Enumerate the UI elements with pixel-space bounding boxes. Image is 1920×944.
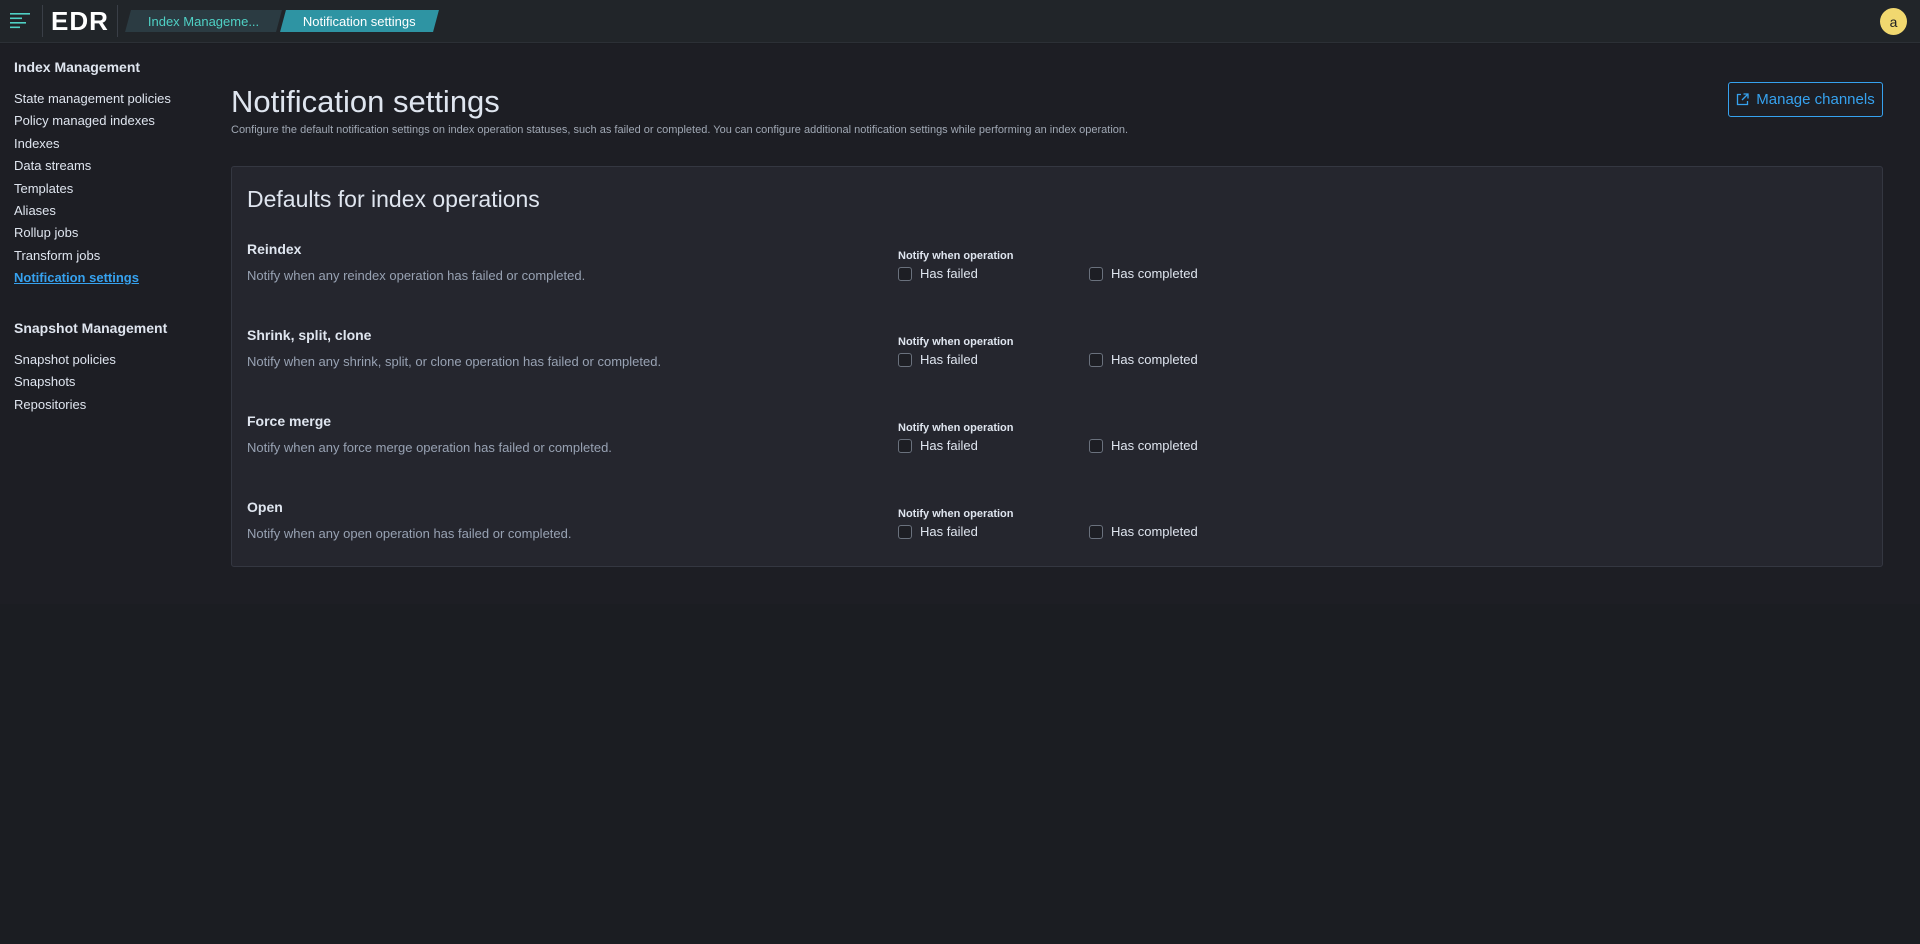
operation-name: Force merge <box>247 413 332 429</box>
sidebar-item-indexes[interactable]: Indexes <box>14 133 171 155</box>
header-divider <box>116 5 118 37</box>
operation-description: Notify when any shrink, split, or clone … <box>247 354 662 369</box>
checkbox-label: Has failed <box>920 438 978 453</box>
top-header: EDR Index Manageme... Notification setti… <box>0 0 1920 43</box>
operation-name: Shrink, split, clone <box>247 327 372 343</box>
operation-reindex: Reindex Notify when any reindex operatio… <box>232 241 1882 311</box>
checkbox-box[interactable] <box>1089 352 1103 367</box>
menu-toggle-button[interactable] <box>0 0 42 43</box>
reindex-has-completed-checkbox[interactable]: Has completed <box>1089 266 1198 281</box>
checkbox-box[interactable] <box>898 352 912 367</box>
breadcrumb-label: Index Manageme... <box>147 13 260 29</box>
operation-description: Notify when any force merge operation ha… <box>247 440 612 455</box>
checkbox-box[interactable] <box>898 438 912 453</box>
checkbox-label: Has failed <box>920 266 978 281</box>
page-description: Configure the default notification setti… <box>231 124 1129 136</box>
page-title: Notification settings <box>231 84 500 119</box>
sidebar-item-data-streams[interactable]: Data streams <box>14 155 171 177</box>
edr-logo[interactable]: EDR <box>43 0 117 43</box>
sidebar-item-notification-settings[interactable]: Notification settings <box>14 267 171 289</box>
manage-channels-button[interactable]: Manage channels <box>1728 82 1883 117</box>
breadcrumb-notification-settings[interactable]: Notification settings <box>280 10 439 32</box>
breadcrumb: Index Manageme... Notification settings <box>124 10 440 32</box>
sidebar-item-state-management-policies[interactable]: State management policies <box>14 88 171 110</box>
breadcrumb-label: Notification settings <box>303 13 416 29</box>
sidebar-item-policy-managed-indexes[interactable]: Policy managed indexes <box>14 110 171 132</box>
force-merge-has-failed-checkbox[interactable]: Has failed <box>898 438 978 453</box>
notify-label: Notify when operation <box>898 336 1014 348</box>
notify-label: Notify when operation <box>898 508 1014 520</box>
shrink-split-clone-has-failed-checkbox[interactable]: Has failed <box>898 352 978 367</box>
operation-open: Open Notify when any open operation has … <box>232 499 1882 569</box>
sidebar-list-snapshot-management: Snapshot policies Snapshots Repositories <box>14 349 116 416</box>
hamburger-menu-icon <box>10 13 30 29</box>
operation-description: Notify when any open operation has faile… <box>247 526 572 541</box>
checkbox-box[interactable] <box>1089 524 1103 539</box>
checkbox-box[interactable] <box>898 266 912 281</box>
sidebar: Index Management State management polici… <box>0 44 200 604</box>
sidebar-item-templates[interactable]: Templates <box>14 178 171 200</box>
checkbox-box[interactable] <box>1089 266 1103 281</box>
shrink-split-clone-has-completed-checkbox[interactable]: Has completed <box>1089 352 1198 367</box>
operation-name: Reindex <box>247 241 302 257</box>
external-link-icon <box>1737 93 1749 106</box>
sidebar-item-snapshots[interactable]: Snapshots <box>14 371 116 393</box>
checkbox-box[interactable] <box>898 524 912 539</box>
checkbox-label: Has completed <box>1111 438 1198 453</box>
sidebar-item-repositories[interactable]: Repositories <box>14 394 116 416</box>
sidebar-item-snapshot-policies[interactable]: Snapshot policies <box>14 349 116 371</box>
force-merge-has-completed-checkbox[interactable]: Has completed <box>1089 438 1198 453</box>
avatar[interactable]: a <box>1880 8 1907 35</box>
checkbox-label: Has failed <box>920 352 978 367</box>
manage-channels-label: Manage channels <box>1756 91 1875 108</box>
checkbox-box[interactable] <box>1089 438 1103 453</box>
defaults-panel: Defaults for index operations Reindex No… <box>231 166 1883 567</box>
sidebar-group-title-index-management: Index Management <box>14 59 141 75</box>
checkbox-label: Has completed <box>1111 266 1198 281</box>
open-has-failed-checkbox[interactable]: Has failed <box>898 524 978 539</box>
operation-shrink-split-clone: Shrink, split, clone Notify when any shr… <box>232 327 1882 397</box>
checkbox-label: Has failed <box>920 524 978 539</box>
sidebar-group-title-snapshot-management: Snapshot Management <box>14 320 168 336</box>
notify-label: Notify when operation <box>898 422 1014 434</box>
notify-label: Notify when operation <box>898 250 1014 262</box>
checkbox-label: Has completed <box>1111 352 1198 367</box>
open-has-completed-checkbox[interactable]: Has completed <box>1089 524 1198 539</box>
sidebar-item-transform-jobs[interactable]: Transform jobs <box>14 245 171 267</box>
panel-title: Defaults for index operations <box>247 186 540 212</box>
sidebar-item-rollup-jobs[interactable]: Rollup jobs <box>14 222 171 244</box>
sidebar-list-index-management: State management policies Policy managed… <box>14 88 171 290</box>
operation-force-merge: Force merge Notify when any force merge … <box>232 413 1882 483</box>
sidebar-item-aliases[interactable]: Aliases <box>14 200 171 222</box>
operation-description: Notify when any reindex operation has fa… <box>247 268 586 283</box>
breadcrumb-index-management[interactable]: Index Manageme... <box>124 10 283 32</box>
checkbox-label: Has completed <box>1111 524 1198 539</box>
reindex-has-failed-checkbox[interactable]: Has failed <box>898 266 978 281</box>
operation-name: Open <box>247 499 283 515</box>
